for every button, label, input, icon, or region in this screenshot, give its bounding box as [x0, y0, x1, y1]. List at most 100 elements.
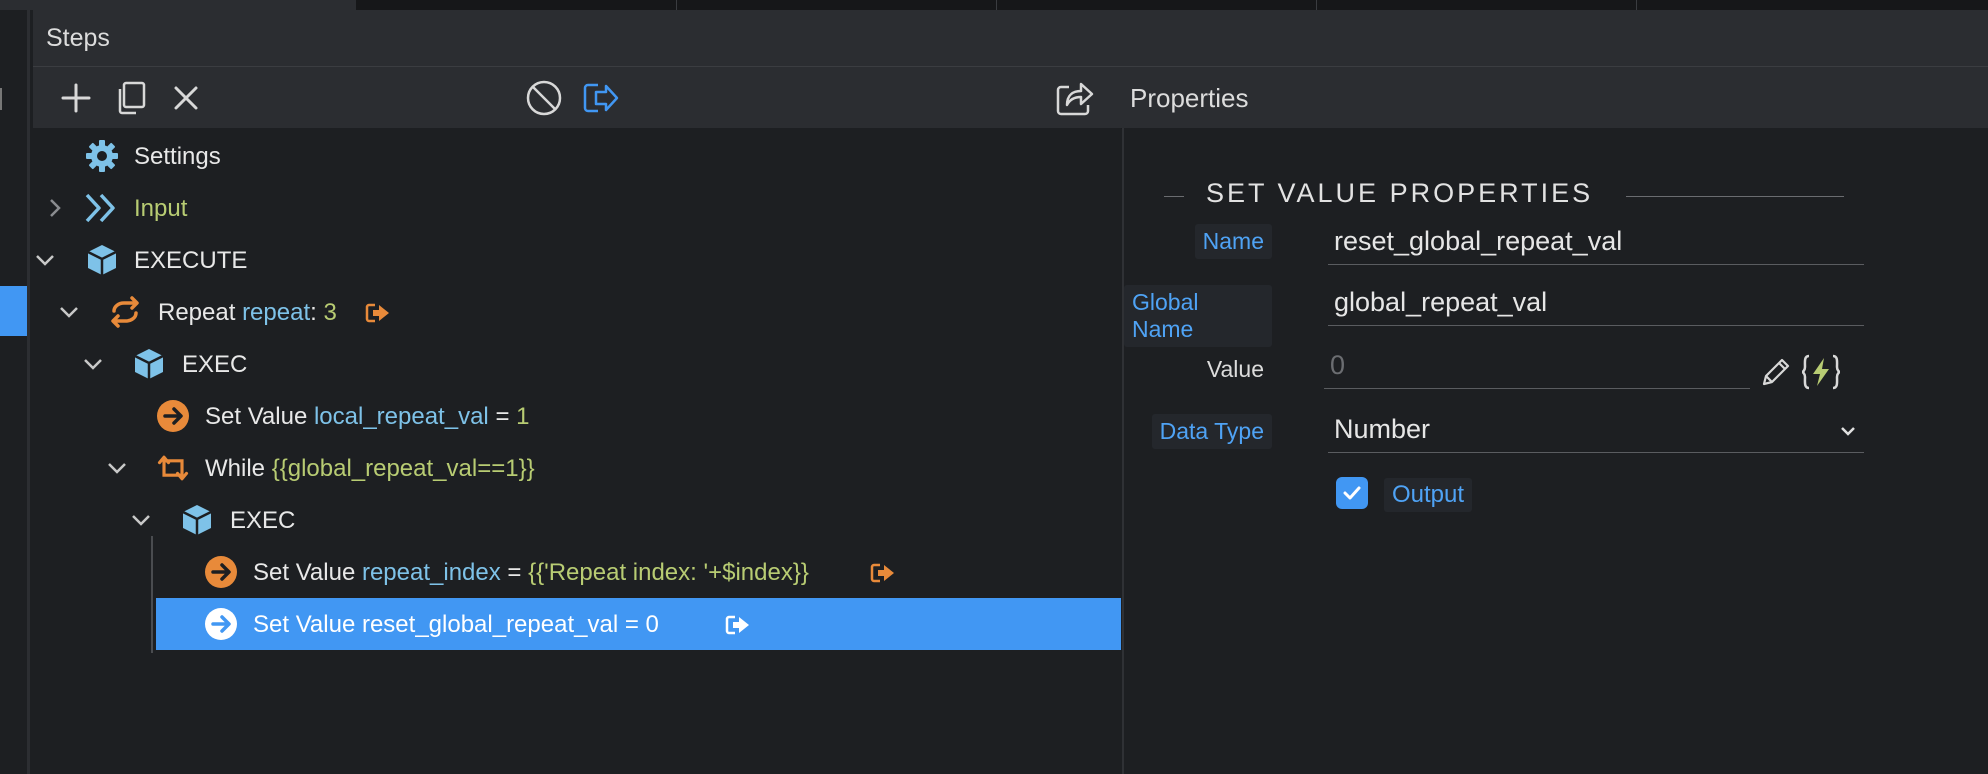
tree-item-repeat[interactable]: Repeat repeat: 3 — [33, 286, 1121, 338]
tree-item-label: Set Value — [253, 559, 356, 586]
tree-item-label: EXEC — [230, 507, 296, 534]
tree-item-while[interactable]: While {{global_repeat_val==1}} — [33, 442, 1121, 494]
cube-icon — [179, 502, 215, 538]
section-title: SET VALUE PROPERTIES — [1206, 178, 1594, 208]
value-field[interactable]: 0 — [1324, 344, 1750, 389]
tree-item-label: Set Value — [205, 403, 308, 430]
chevron-down-icon — [1841, 427, 1855, 436]
section-header: SET VALUE PROPERTIES — [1144, 178, 1844, 212]
tree-item-set-value-selected[interactable]: Set Value reset_global_repeat_val = 0 — [156, 598, 1121, 650]
tree-item-param: repeat — [242, 299, 311, 326]
share-icon — [1056, 82, 1094, 116]
top-strip-tabs — [356, 0, 1988, 10]
tree-item-separator: : — [310, 299, 317, 326]
name-label: Name — [1194, 224, 1272, 259]
cube-icon — [131, 346, 167, 382]
tree-item-text: While {{global_repeat_val==1}} — [205, 455, 535, 483]
tree-item-value: 3 — [323, 299, 337, 326]
properties-title: Properties — [1130, 83, 1249, 113]
tree-item-label: While — [205, 455, 266, 482]
tree-item-operator: = — [507, 559, 522, 586]
tree-item-label: EXEC — [182, 351, 248, 378]
sidebar-selected-item[interactable] — [0, 286, 27, 336]
output-arrow-icon — [720, 607, 756, 643]
data-type-select[interactable]: Number — [1328, 408, 1864, 453]
sidebar-marker — [0, 88, 8, 110]
disable-icon — [526, 80, 562, 116]
tree-item-settings[interactable]: Settings — [33, 130, 1121, 182]
output-label[interactable]: Output — [1384, 478, 1473, 512]
tree-item-exec[interactable]: EXEC — [33, 338, 1121, 390]
chevron-down-icon[interactable] — [105, 456, 129, 480]
copy-step-button[interactable] — [108, 75, 154, 121]
repeat-icon — [107, 294, 143, 330]
top-strip-divider — [676, 0, 677, 10]
chevron-down-icon[interactable] — [81, 352, 105, 376]
loop-icon — [155, 450, 191, 486]
output-checkbox[interactable] — [1336, 477, 1368, 509]
output-arrow-icon — [865, 555, 901, 591]
tree-item-label: Set Value reset_global_repeat_val = 0 — [253, 611, 659, 638]
top-strip-divider — [1316, 0, 1317, 10]
pencil-icon[interactable] — [1758, 356, 1792, 390]
data-type-label: Data Type — [1151, 414, 1272, 449]
tree-item-value: {{'Repeat index: '+$index}} — [528, 559, 809, 586]
tree-item-set-value[interactable]: Set Value local_repeat_val = 1 — [33, 390, 1121, 442]
value-placeholder: 0 — [1330, 350, 1346, 380]
global-name-label: Global Name — [1124, 285, 1272, 347]
output-arrow-icon — [583, 83, 619, 113]
double-chevron-icon — [84, 190, 120, 226]
name-field[interactable]: reset_global_repeat_val — [1328, 220, 1864, 265]
chevron-down-icon[interactable] — [57, 300, 81, 324]
output-step-button[interactable] — [578, 75, 624, 121]
tree-item-label: Input — [134, 195, 188, 222]
copy-icon — [118, 81, 146, 115]
tree-item-text: Set Value local_repeat_val = 1 — [205, 403, 529, 431]
value-label: Value — [1206, 356, 1264, 382]
plus-icon — [61, 83, 91, 113]
left-sidebar — [0, 10, 30, 774]
add-step-button[interactable] — [53, 75, 99, 121]
chevron-down-icon[interactable] — [33, 248, 57, 272]
name-value: reset_global_repeat_val — [1334, 226, 1623, 256]
cube-icon — [84, 242, 120, 278]
disable-step-button[interactable] — [521, 75, 567, 121]
close-icon — [174, 86, 198, 110]
tree-item-execute[interactable]: EXECUTE — [33, 234, 1121, 286]
tree-item-text: Repeat repeat: 3 — [158, 299, 337, 327]
check-icon — [1343, 486, 1361, 500]
data-type-value: Number — [1334, 414, 1431, 444]
dynamic-data-icon[interactable] — [1800, 352, 1842, 392]
chevron-right-icon[interactable] — [43, 196, 67, 220]
global-name-value: global_repeat_val — [1334, 287, 1548, 317]
tree-item-input[interactable]: Input — [33, 182, 1121, 234]
global-name-field[interactable]: global_repeat_val — [1328, 281, 1864, 326]
arrow-right-circle-icon — [203, 554, 239, 590]
sidebar-splitter[interactable] — [27, 10, 30, 774]
tree-item-label: EXECUTE — [134, 247, 248, 274]
tree-item-param: local_repeat_val — [313, 403, 489, 430]
steps-tree: Settings Input EXECUTE Repeat repeat: 3 … — [33, 128, 1121, 774]
panel-header: Steps — [33, 10, 1988, 67]
panel-title: Steps — [46, 24, 110, 52]
tree-item-param: repeat_index — [361, 559, 501, 586]
tree-item-label: Settings — [134, 143, 221, 170]
top-strip-divider — [996, 0, 997, 10]
chevron-down-icon[interactable] — [129, 508, 153, 532]
arrow-right-circle-icon — [203, 606, 239, 642]
steps-toolbar: Properties — [33, 67, 1988, 129]
tree-item-value: 1 — [516, 403, 530, 430]
tree-item-set-value[interactable]: Set Value repeat_index = {{'Repeat index… — [33, 546, 1121, 598]
gear-icon — [84, 138, 120, 174]
section-rule — [1164, 196, 1184, 197]
remove-step-button[interactable] — [163, 75, 209, 121]
tree-item-label: Repeat — [158, 299, 236, 326]
tree-item-exec[interactable]: EXEC — [33, 494, 1121, 546]
section-rule — [1626, 196, 1844, 197]
properties-panel: SET VALUE PROPERTIES Name reset_global_r… — [1124, 128, 1988, 774]
arrow-right-circle-icon — [155, 398, 191, 434]
top-strip-divider — [1636, 0, 1637, 10]
export-button[interactable] — [1052, 75, 1098, 121]
output-arrow-icon — [360, 295, 396, 331]
tree-item-condition: {{global_repeat_val==1}} — [271, 455, 535, 482]
